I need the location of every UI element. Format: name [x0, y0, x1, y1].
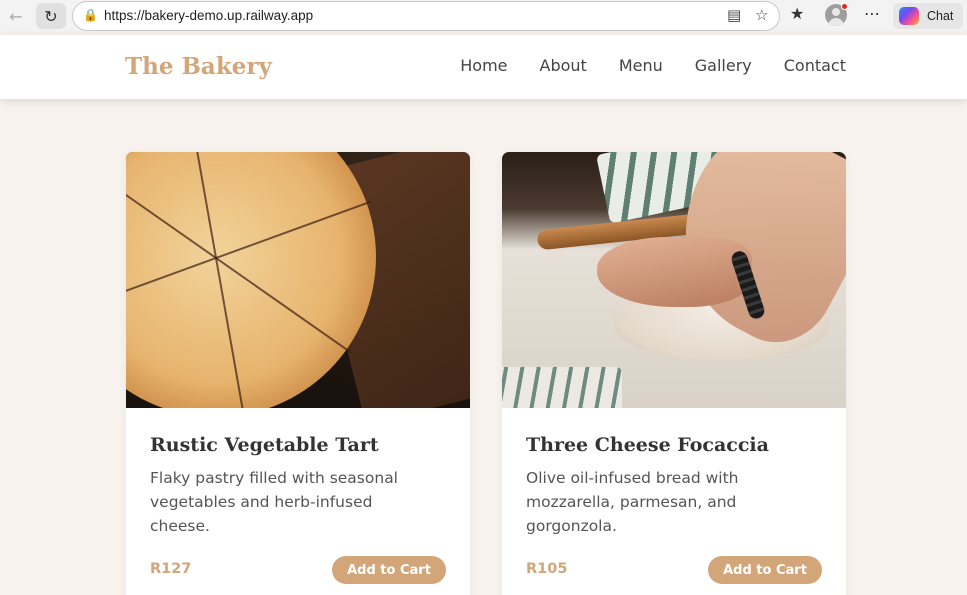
favorites-icon[interactable]: ★ [790, 4, 804, 23]
favorite-star-icon[interactable]: ☆ [755, 6, 768, 24]
lock-icon[interactable]: 🔒 [83, 8, 98, 22]
product-image [502, 152, 846, 408]
nav-menu[interactable]: Menu [619, 56, 663, 75]
site-header: The Bakery Home About Menu Gallery Conta… [0, 35, 967, 99]
chat-button[interactable]: Chat [893, 3, 963, 29]
add-to-cart-button[interactable]: Add to Cart [332, 556, 446, 584]
card-body: Three Cheese Focaccia Olive oil-infused … [526, 434, 826, 538]
notification-dot [841, 3, 848, 10]
card-body: Rustic Vegetable Tart Flaky pastry fille… [150, 434, 450, 538]
product-description: Flaky pastry filled with seasonal vegeta… [150, 469, 398, 535]
reload-icon[interactable]: ↻ [36, 3, 66, 29]
nav-contact[interactable]: Contact [784, 56, 846, 75]
chat-label: Chat [927, 9, 954, 23]
card-footer: R105 Add to Cart [526, 556, 822, 584]
product-image [126, 152, 470, 408]
product-card: Rustic Vegetable Tart Flaky pastry fille… [126, 152, 470, 595]
reading-view-icon[interactable]: ▤ [727, 6, 741, 24]
copilot-icon [899, 7, 919, 25]
product-card: Three Cheese Focaccia Olive oil-infused … [502, 152, 846, 595]
browser-toolbar: ← ↻ 🔒 https://bakery-demo.up.railway.app… [0, 0, 967, 32]
address-bar[interactable]: 🔒 https://bakery-demo.up.railway.app ▤ ☆ [72, 1, 780, 31]
back-arrow-icon[interactable]: ← [1, 3, 31, 29]
nav-about[interactable]: About [540, 56, 587, 75]
product-price: R127 [150, 561, 192, 577]
product-description: Olive oil-infused bread with mozzarella,… [526, 469, 739, 535]
url-text[interactable]: https://bakery-demo.up.railway.app [104, 8, 313, 23]
add-to-cart-button[interactable]: Add to Cart [708, 556, 822, 584]
product-title: Three Cheese Focaccia [526, 434, 769, 456]
brand-logo[interactable]: The Bakery [125, 53, 272, 80]
product-price: R105 [526, 561, 568, 577]
more-icon[interactable]: ⋯ [864, 4, 881, 23]
card-footer: R127 Add to Cart [150, 556, 446, 584]
nav-gallery[interactable]: Gallery [695, 56, 752, 75]
main-nav: Home About Menu Gallery Contact [460, 56, 846, 75]
nav-home[interactable]: Home [460, 56, 507, 75]
product-title: Rustic Vegetable Tart [150, 434, 379, 456]
